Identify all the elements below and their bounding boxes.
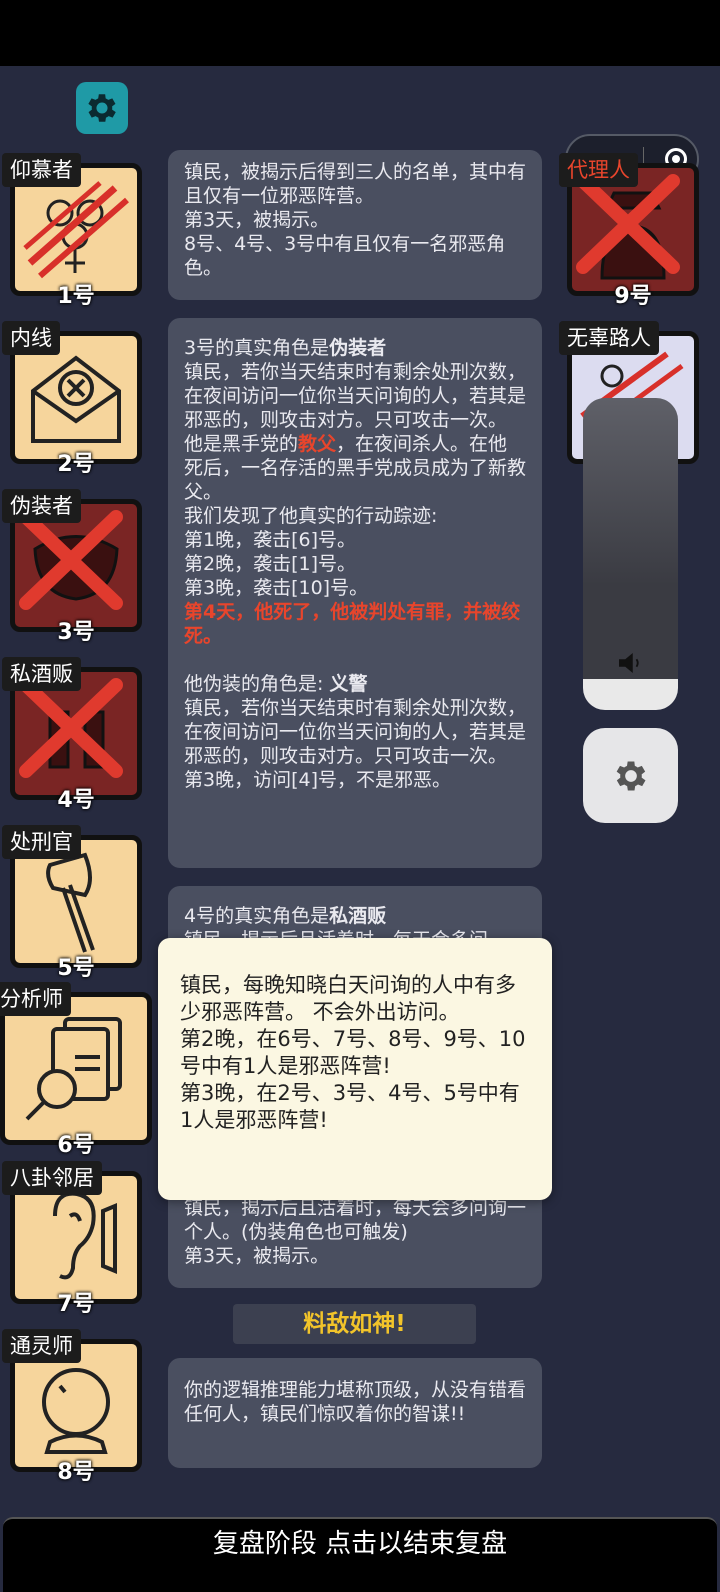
status-bar: [0, 0, 720, 66]
player-number: 1号: [57, 284, 95, 309]
player-card-8[interactable]: 通灵师 8号: [2, 1329, 142, 1485]
player-number: 9号: [614, 284, 652, 309]
fake-prefix: 他伪装的角色是:: [184, 673, 324, 695]
role-label: 仰慕者: [2, 153, 81, 187]
log-text: 镇民，被揭示后得到三人的名单，其中有且仅有一位邪恶阵营。: [184, 161, 527, 207]
real-role: 伪装者: [329, 337, 387, 359]
player-number: 5号: [57, 956, 95, 981]
log-text: 镇民，揭示后且活着时，每天会多问询一个人。(伪装角色也可触发): [184, 1197, 527, 1243]
player-card-5[interactable]: 处刑官 5号: [2, 825, 142, 981]
player-number: 3号: [57, 620, 95, 645]
document-search-icon: [25, 1017, 122, 1121]
summary-panel: 你的逻辑推理能力堪称顶级，从没有错看任何人，镇民们惊叹着你的智谋!!: [168, 1358, 542, 1468]
panel-lower: 镇民，揭示后且活着时，每天会多问询一个人。(伪装角色也可触发) 第3天，被揭示。: [184, 1196, 526, 1268]
fake-role-name: 义警: [329, 673, 368, 695]
night-action: 第1晚，袭击[6]号。: [184, 529, 357, 551]
settings-button[interactable]: [76, 82, 128, 134]
role-label: 处刑官: [2, 825, 81, 859]
log-text: 8号、4号、3号中有且仅有一名邪恶角色。: [184, 233, 506, 279]
real-role: 私酒贩: [329, 905, 387, 927]
reveal-prefix: 4号的真实角色是: [184, 905, 330, 927]
speaker-icon: [619, 653, 639, 673]
log-panel-2: 3号的真实角色是伪装者 镇民，若你当天结束时有剩余处刑次数，在夜间访问一位你当天…: [168, 318, 542, 868]
player-card-9[interactable]: 代理人 9号: [559, 153, 699, 309]
player-number: 4号: [57, 788, 95, 813]
role-tooltip[interactable]: 镇民，每晚知晓白天问询的人中有多少邪恶阵营。 不会外出访问。 第2晚，在6号、7…: [158, 938, 552, 1200]
death-notice: 第4天，他死了，他被判处有罪，并被绞死。: [184, 601, 521, 647]
player-card-3[interactable]: 伪装者 3号: [2, 489, 142, 645]
tooltip-night: 第2晚，在6号、7号、8号、9号、10号中有1人是邪恶阵营!: [180, 1027, 526, 1078]
player-number: 8号: [57, 1460, 95, 1485]
reveal-prefix: 3号的真实角色是: [184, 337, 330, 359]
role-label: 代理人: [559, 153, 638, 187]
player-card-6[interactable]: 分析师 6号: [0, 982, 152, 1158]
player-card-1[interactable]: 仰慕者 1号: [2, 153, 142, 309]
role-label: 八卦邻居: [2, 1161, 102, 1195]
role-label: 无辜路人: [559, 321, 659, 355]
role-reveal: 4号的真实角色是私酒贩: [184, 904, 526, 928]
mafia-role: 他是黑手党的教父，在夜间杀人。在他死后，一名存活的黑手党成员成为了新教父。: [184, 432, 526, 504]
gear-icon: [616, 761, 645, 790]
night-action: 第3晚，访问[4]号，不是邪恶。: [184, 769, 452, 791]
role-label: 通灵师: [2, 1329, 81, 1363]
tooltip-night: 第3晚，在2号、3号、4号、5号中有1人是邪恶阵营!: [180, 1081, 520, 1132]
log-panel-1: 镇民，被揭示后得到三人的名单，其中有且仅有一位邪恶阵营。 第3天，被揭示。 8号…: [168, 150, 542, 300]
player-number: 2号: [57, 452, 95, 477]
tooltip-desc: 镇民，每晚知晓白天问询的人中有多少邪恶阵营。 不会外出访问。: [180, 973, 516, 1024]
player-card-7[interactable]: 八卦邻居 7号: [2, 1161, 142, 1317]
end-review-button[interactable]: 复盘阶段 点击以结束复盘: [3, 1517, 717, 1592]
fake-desc: 镇民，若你当天结束时有剩余处刑次数，在夜间访问一位你当天问询的人，若其是邪恶的，…: [184, 697, 527, 767]
result-banner: 料敌如神!: [233, 1304, 476, 1344]
role-desc: 镇民，若你当天结束时有剩余处刑次数，在夜间访问一位你当天问询的人，若其是邪恶的，…: [184, 361, 527, 431]
player-card-2[interactable]: 内线 2号: [2, 321, 142, 477]
role-label: 伪装者: [2, 489, 81, 523]
system-settings-button[interactable]: [583, 728, 678, 823]
player-number: 7号: [57, 1292, 95, 1317]
role-label: 分析师: [0, 982, 71, 1016]
fake-role: 他伪装的角色是: 义警: [184, 672, 526, 696]
night-action: 第2晚，袭击[1]号。: [184, 553, 357, 575]
mafia-role-name: 教父: [298, 433, 337, 455]
log-text: 第3天，被揭示。: [184, 209, 330, 231]
night-action: 第3晚，袭击[10]号。: [184, 577, 369, 599]
role-reveal: 3号的真实角色是伪装者: [184, 336, 526, 360]
log-text: 第3天，被揭示。: [184, 1245, 330, 1267]
volume-slider[interactable]: [583, 398, 678, 710]
mafia-prefix: 他是黑手党的: [184, 433, 299, 455]
role-label: 私酒贩: [2, 657, 81, 691]
player-number: 6号: [57, 1133, 95, 1158]
summary-text: 你的逻辑推理能力堪称顶级，从没有错看任何人，镇民们惊叹着你的智谋!!: [184, 1379, 527, 1425]
trace-heading: 我们发现了他真实的行动踪迹:: [184, 505, 438, 527]
player-card-4[interactable]: 私酒贩 4号: [2, 657, 142, 813]
gear-icon: [88, 94, 116, 122]
role-label: 内线: [2, 321, 60, 355]
